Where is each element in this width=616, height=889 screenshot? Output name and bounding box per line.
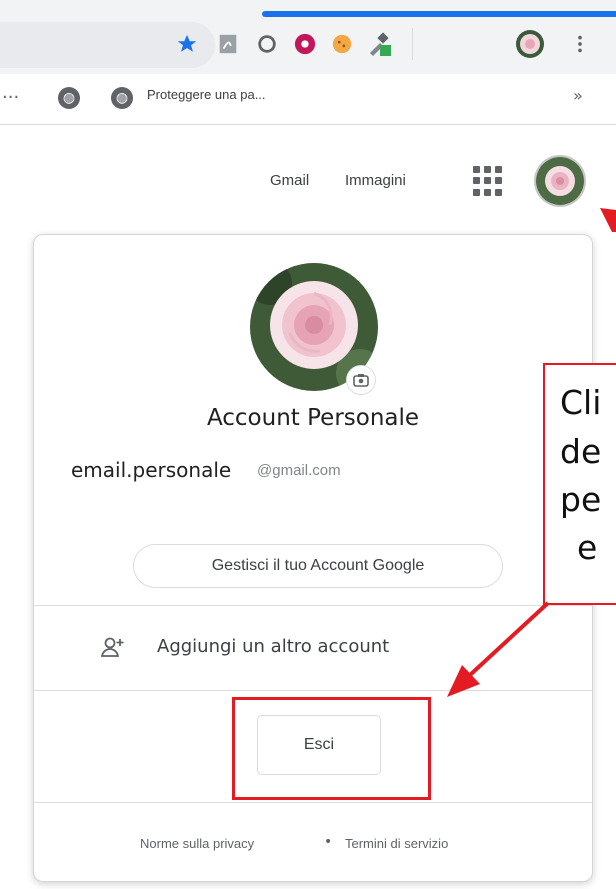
arrow-to-logout [447, 601, 550, 697]
arrow-to-avatar [600, 208, 616, 232]
annotation-arrows [447, 208, 616, 697]
